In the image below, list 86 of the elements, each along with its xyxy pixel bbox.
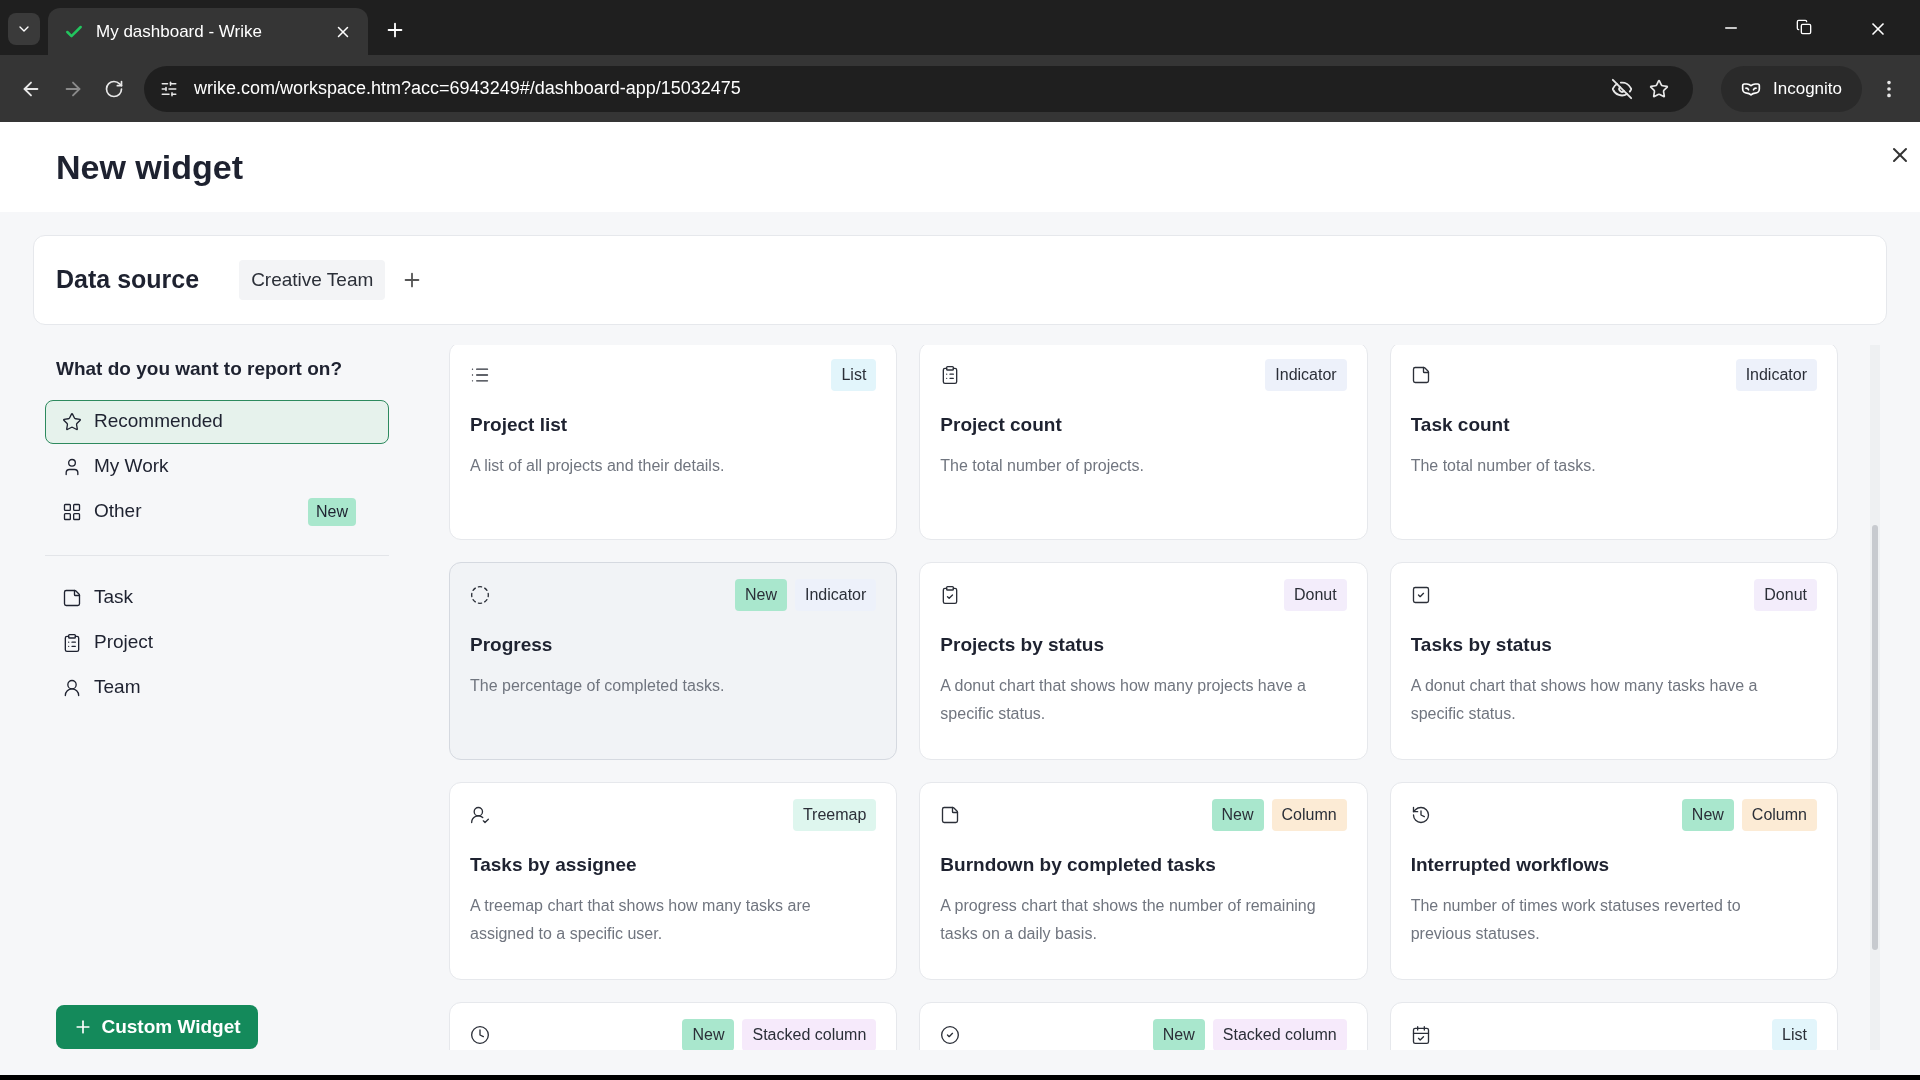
widget-card[interactable]: Treemap Tasks by assignee A treemap chart that shows how many tasks are assigned to a specific user. <box>449 782 898 980</box>
tab-list-button[interactable] <box>8 13 40 45</box>
type-tag: Indicator <box>1735 359 1817 391</box>
note-icon <box>940 805 961 825</box>
type-tag: Column <box>1741 799 1817 831</box>
note-icon <box>62 587 82 608</box>
incognito-button[interactable]: Incognito <box>1721 65 1862 112</box>
type-tag: Treemap <box>792 799 877 831</box>
note-icon <box>1410 365 1431 385</box>
card-title: Project count <box>940 413 1063 437</box>
type-tag: Donut <box>1283 579 1347 611</box>
card-description: A donut chart that shows how many projects have a specific status. <box>940 675 1307 724</box>
widget-card[interactable]: New Stacked column <box>449 1002 898 1050</box>
card-title: Project list <box>470 413 569 437</box>
card-description: A list of all projects and their details. <box>470 455 726 476</box>
widget-card[interactable]: Indicator Task count The total number of tasks. <box>1389 345 1838 540</box>
browser-tab[interactable]: My dashboard - Wrike <box>48 8 368 55</box>
card-title: Progress <box>470 633 554 657</box>
sidebar-item[interactable]: Other New <box>45 489 389 534</box>
new-badge: New <box>308 497 356 526</box>
card-title: Tasks by assignee <box>470 853 638 877</box>
clock-icon <box>470 1025 490 1045</box>
calendar-icon <box>1410 1025 1431 1045</box>
widget-card[interactable]: New Column Interrupted workflows The number of times work statuses reverted to previous statuses. <box>1389 782 1838 980</box>
widget-card[interactable]: List <box>1389 1002 1838 1050</box>
type-tag: New <box>1152 1019 1205 1050</box>
profile-label: Incognito <box>1773 77 1842 100</box>
check-circle-icon <box>940 1025 961 1045</box>
sidebar-item[interactable]: My Work <box>45 444 389 489</box>
dialog-title: New widget <box>56 146 244 188</box>
widget-card[interactable]: New Stacked column <box>919 1002 1368 1050</box>
eye-off-icon[interactable] <box>1611 77 1633 100</box>
grid-icon <box>62 501 82 522</box>
bookmark-icon[interactable] <box>1649 78 1669 99</box>
card-description: A treemap chart that shows how many tasks are assigned to a specific user. <box>470 895 812 944</box>
type-tag: Stacked column <box>742 1019 877 1050</box>
user-icon <box>62 677 82 698</box>
card-description: The total number of tasks. <box>1410 455 1597 476</box>
widget-card[interactable]: Donut Projects by status A donut chart that shows how many projects have a specific status. <box>919 562 1368 760</box>
reload-icon[interactable] <box>104 78 124 99</box>
widget-card[interactable]: New Indicator Progress The percentage of completed tasks. <box>449 562 898 760</box>
card-title: Interrupted workflows <box>1410 853 1611 877</box>
clipboard-icon <box>62 632 82 653</box>
sidebar-item[interactable]: Task <box>45 575 389 620</box>
card-description: The total number of projects. <box>940 455 1145 476</box>
type-tag: Indicator <box>1265 359 1347 391</box>
tab-title: My dashboard - Wrike <box>96 20 263 43</box>
card-title: Burndown by completed tasks <box>940 853 1217 877</box>
type-tag: New <box>734 579 787 611</box>
type-tag: Column <box>1271 799 1347 831</box>
type-tag: Indicator <box>794 579 877 611</box>
card-description: The number of times work statuses reverted to previous statuses. <box>1410 895 1742 944</box>
type-tag: New <box>1681 799 1734 831</box>
card-description: The percentage of completed tasks. <box>470 675 726 696</box>
data-source-tab[interactable]: Creative Team <box>239 259 386 301</box>
address-bar[interactable]: wrike.com/workspace.htm?acc=6943249#/dashboard-app/15032475 <box>144 65 1693 112</box>
widget-card[interactable]: New Column Burndown by completed tasks A progress chart that shows the number of remaining tasks on a daily basis. <box>919 782 1368 980</box>
custom-widget-button[interactable]: Custom Widget <box>56 1005 258 1049</box>
type-tag: List <box>831 359 877 391</box>
type-tag: New <box>682 1019 735 1050</box>
card-title: Projects by status <box>940 633 1105 657</box>
widget-card[interactable]: Donut Tasks by status A donut chart that shows how many tasks have a specific status. <box>1389 562 1838 760</box>
history-icon <box>1410 805 1431 825</box>
sidebar-item[interactable]: Recommended <box>45 399 389 444</box>
card-title: Task count <box>1410 413 1511 437</box>
type-tag: Stacked column <box>1212 1019 1347 1050</box>
widget-card[interactable]: Indicator Project count The total number of projects. <box>919 345 1368 540</box>
url-text: wrike.com/workspace.htm?acc=6943249#/dashboard-app/15032475 <box>194 77 742 100</box>
checkbox-icon <box>1410 585 1431 605</box>
sidebar-item[interactable]: Team <box>45 665 389 710</box>
scrollbar[interactable] <box>1870 345 1880 1050</box>
sidebar-heading: What do you want to report on? <box>55 357 344 381</box>
type-tag: Donut <box>1754 579 1817 611</box>
restore-icon[interactable] <box>1796 19 1812 35</box>
card-title: Tasks by status <box>1410 633 1553 657</box>
card-description: A donut chart that shows how many tasks have a specific status. <box>1410 675 1759 724</box>
dashed-circle-icon <box>470 585 490 605</box>
type-tag: List <box>1772 1019 1817 1050</box>
site-settings-icon[interactable] <box>160 79 178 98</box>
data-source-label: Data source <box>56 264 200 296</box>
widget-card[interactable]: List Project list A list of all projects and their details. <box>449 345 898 540</box>
type-tag: New <box>1211 799 1264 831</box>
star-icon <box>62 411 82 432</box>
user-check-icon <box>470 805 490 825</box>
card-description: A progress chart that shows the number of remaining tasks on a daily basis. <box>940 895 1317 944</box>
sidebar-item[interactable]: Project <box>45 620 389 665</box>
